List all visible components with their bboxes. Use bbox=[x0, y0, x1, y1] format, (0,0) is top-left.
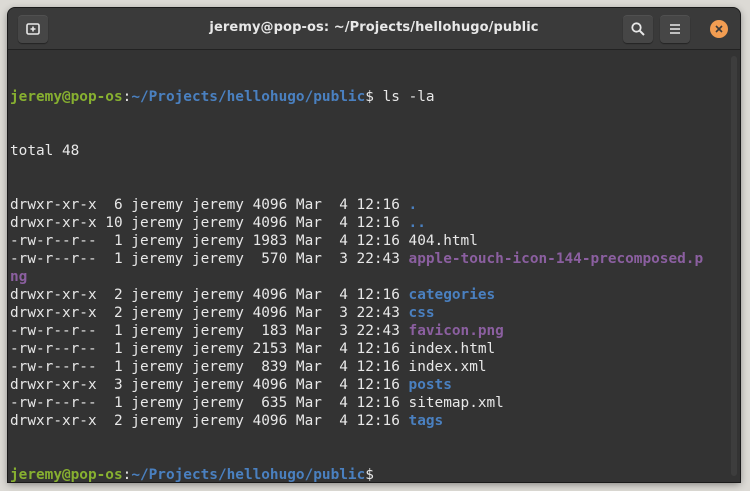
list-item: -rw-r--r-- 1 jeremy jeremy 1983 Mar 4 12… bbox=[10, 232, 740, 250]
prompt-dollar: $ bbox=[365, 467, 374, 482]
list-item: drwxr-xr-x 3 jeremy jeremy 4096 Mar 4 12… bbox=[10, 376, 740, 394]
prompt-user: jeremy@pop-os bbox=[10, 89, 123, 105]
file-meta: drwxr-xr-x 3 jeremy jeremy 4096 Mar 4 12… bbox=[10, 377, 409, 393]
command-text: ls -la bbox=[373, 89, 435, 105]
file-name: categories bbox=[408, 287, 496, 303]
list-item: drwxr-xr-x 2 jeremy jeremy 4096 Mar 4 12… bbox=[10, 286, 740, 304]
file-name: apple-touch-icon-144-precomposed.p bbox=[408, 251, 704, 267]
list-item: drwxr-xr-x 2 jeremy jeremy 4096 Mar 4 12… bbox=[10, 412, 740, 430]
file-meta: -rw-r--r-- 1 jeremy jeremy 839 Mar 4 12:… bbox=[10, 359, 409, 375]
file-meta: -rw-r--r-- 1 jeremy jeremy 183 Mar 3 22:… bbox=[10, 323, 409, 339]
terminal-window: jeremy@pop-os: ~/Projects/hellohugo/publ… bbox=[8, 8, 740, 482]
wrapped-line: ng bbox=[10, 268, 740, 286]
command-line: jeremy@pop-os:~/Projects/hellohugo/publi… bbox=[10, 88, 740, 106]
search-icon bbox=[631, 22, 645, 36]
file-meta: drwxr-xr-x 2 jeremy jeremy 4096 Mar 3 22… bbox=[10, 305, 409, 321]
list-item: -rw-r--r-- 1 jeremy jeremy 183 Mar 3 22:… bbox=[10, 322, 740, 340]
file-name: tags bbox=[408, 413, 444, 429]
file-name: .. bbox=[408, 215, 426, 231]
list-item: drwxr-xr-x 10 jeremy jeremy 4096 Mar 4 1… bbox=[10, 214, 740, 232]
file-meta: drwxr-xr-x 2 jeremy jeremy 4096 Mar 4 12… bbox=[10, 413, 409, 429]
file-meta: drwxr-xr-x 10 jeremy jeremy 4096 Mar 4 1… bbox=[10, 215, 409, 231]
list-item: drwxr-xr-x 2 jeremy jeremy 4096 Mar 3 22… bbox=[10, 304, 740, 322]
file-meta: -rw-r--r-- 1 jeremy jeremy 1983 Mar 4 12… bbox=[10, 233, 409, 249]
file-meta: -rw-r--r-- 1 jeremy jeremy 2153 Mar 4 12… bbox=[10, 341, 409, 357]
listing: drwxr-xr-x 6 jeremy jeremy 4096 Mar 4 12… bbox=[10, 196, 740, 430]
file-meta: -rw-r--r-- 1 jeremy jeremy 570 Mar 3 22:… bbox=[10, 251, 409, 267]
close-icon bbox=[715, 25, 723, 33]
prompt-user: jeremy@pop-os bbox=[10, 467, 123, 482]
menu-button[interactable] bbox=[660, 15, 690, 43]
list-item: -rw-r--r-- 1 jeremy jeremy 635 Mar 4 12:… bbox=[10, 394, 740, 412]
prompt-separator: : bbox=[122, 467, 132, 482]
hamburger-menu-icon bbox=[670, 24, 680, 34]
file-meta: drwxr-xr-x 6 jeremy jeremy 4096 Mar 4 12… bbox=[10, 197, 409, 213]
file-name: . bbox=[408, 197, 418, 213]
title-bar: jeremy@pop-os: ~/Projects/hellohugo/publ… bbox=[8, 8, 740, 50]
file-name: css bbox=[408, 305, 435, 321]
file-name: index.html bbox=[408, 341, 496, 357]
terminal-output[interactable]: jeremy@pop-os:~/Projects/hellohugo/publi… bbox=[8, 50, 740, 482]
file-name: sitemap.xml bbox=[408, 395, 504, 411]
file-name: 404.html bbox=[408, 233, 478, 249]
list-item: -rw-r--r-- 1 jeremy jeremy 839 Mar 4 12:… bbox=[10, 358, 740, 376]
search-button[interactable] bbox=[623, 15, 653, 43]
total-line: total 48 bbox=[10, 143, 80, 159]
file-name: favicon.png bbox=[408, 323, 504, 339]
prompt-separator: : bbox=[122, 89, 132, 105]
scrollbar[interactable] bbox=[731, 56, 737, 476]
close-button[interactable] bbox=[710, 20, 728, 38]
list-item: -rw-r--r-- 1 jeremy jeremy 2153 Mar 4 12… bbox=[10, 340, 740, 358]
list-item: drwxr-xr-x 6 jeremy jeremy 4096 Mar 4 12… bbox=[10, 196, 740, 214]
prompt-dollar: $ bbox=[365, 89, 374, 105]
current-prompt: jeremy@pop-os:~/Projects/hellohugo/publi… bbox=[10, 466, 740, 482]
prompt-path: ~/Projects/hellohugo/public bbox=[131, 467, 366, 482]
file-name: index.xml bbox=[408, 359, 487, 375]
list-item: -rw-r--r-- 1 jeremy jeremy 570 Mar 3 22:… bbox=[10, 250, 740, 268]
file-name-wrap: ng bbox=[10, 269, 28, 285]
file-meta: -rw-r--r-- 1 jeremy jeremy 635 Mar 4 12:… bbox=[10, 395, 409, 411]
file-name: posts bbox=[408, 377, 452, 393]
file-meta: drwxr-xr-x 2 jeremy jeremy 4096 Mar 4 12… bbox=[10, 287, 409, 303]
prompt-path: ~/Projects/hellohugo/public bbox=[131, 89, 366, 105]
